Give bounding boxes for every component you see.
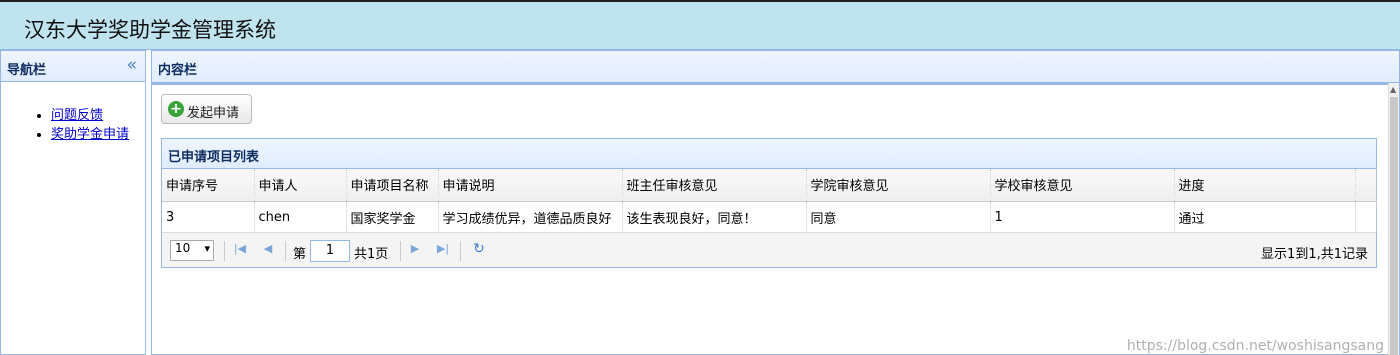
column-header[interactable]: 申请项目名称 <box>346 169 439 202</box>
scroll-up-icon[interactable]: ▲ <box>1390 85 1396 94</box>
pager-divider <box>285 241 286 261</box>
next-page-icon[interactable]: ▶ <box>408 242 422 256</box>
prev-page-icon[interactable]: ◀ <box>261 242 275 256</box>
column-header[interactable]: 申请序号 <box>162 169 255 202</box>
pagination-bar: 10 ▾ |◀ ◀ 第 1 共1页 ▶ ▶| ↻ 显示1到1,共1记录 <box>162 232 1376 267</box>
page-size-value: 10 <box>175 241 191 255</box>
table-cell: 同意 <box>806 201 991 234</box>
content-body: + 发起申请 已申请项目列表 申请序号 申请人 申请项目名称 申请说明 班主任审… <box>152 83 1389 355</box>
app-header: 汉东大学奖助学金管理系统 <box>0 0 1400 50</box>
watermark: https://blog.csdn.net/woshisangsang <box>1126 338 1384 354</box>
pager-divider <box>224 241 225 261</box>
pager-divider <box>400 241 401 261</box>
application-table: 申请序号 申请人 申请项目名称 申请说明 班主任审核意见 学院审核意见 学校审核… <box>162 169 1377 234</box>
first-page-icon[interactable]: |◀ <box>233 242 247 256</box>
pager-divider <box>460 241 461 261</box>
pager-info: 显示1到1,共1记录 <box>1261 247 1368 262</box>
app-title: 汉东大学奖助学金管理系统 <box>24 18 276 42</box>
table-header-row: 申请序号 申请人 申请项目名称 申请说明 班主任审核意见 学院审核意见 学校审核… <box>162 169 1377 202</box>
add-application-button[interactable]: + 发起申请 <box>161 94 252 124</box>
chevron-down-icon: ▾ <box>204 242 210 255</box>
nav-item-feedback: 问题反馈 <box>51 106 145 125</box>
column-header[interactable]: 进度 <box>1174 169 1356 202</box>
add-application-label: 发起申请 <box>187 106 240 121</box>
page-size-select[interactable]: 10 ▾ <box>170 240 214 261</box>
table-cell: 该生表现良好，同意！ <box>622 201 807 234</box>
nav-link-feedback[interactable]: 问题反馈 <box>51 108 103 123</box>
scrollbar-thumb[interactable] <box>1390 97 1398 355</box>
page-label-suffix: 共1页 <box>354 247 389 262</box>
nav-link-scholarship-apply[interactable]: 奖助学金申请 <box>51 127 129 142</box>
refresh-icon[interactable]: ↻ <box>472 242 486 256</box>
column-header[interactable]: 申请说明 <box>438 169 623 202</box>
grid-header: 已申请项目列表 <box>162 139 1376 169</box>
table-cell: 国家奖学金 <box>346 201 439 234</box>
page-number-input[interactable]: 1 <box>310 240 350 262</box>
table-cell: 3 <box>162 201 255 234</box>
grid-title: 已申请项目列表 <box>168 150 260 165</box>
application-grid: 已申请项目列表 申请序号 申请人 申请项目名称 申请说明 班主任审核意见 学院审… <box>161 138 1377 268</box>
content-panel-title: 内容栏 <box>158 63 198 78</box>
table-cell-filler <box>1355 201 1377 234</box>
table-cell: 1 <box>990 201 1175 234</box>
table-row[interactable]: 3 chen 国家奖学金 学习成绩优异，道德品质良好 该生表现良好，同意！ 同意… <box>162 201 1377 234</box>
column-header-filler <box>1355 169 1377 202</box>
column-header[interactable]: 班主任审核意见 <box>622 169 807 202</box>
column-header[interactable]: 学院审核意见 <box>806 169 991 202</box>
column-header[interactable]: 申请人 <box>254 169 347 202</box>
nav-list: 问题反馈 奖助学金申请 <box>51 106 145 144</box>
content-panel: 内容栏 + 发起申请 已申请项目列表 申请序号 申请人 申请项目名称 申请说明 … <box>151 50 1400 355</box>
nav-panel: 导航栏 « 问题反馈 奖助学金申请 <box>0 50 146 355</box>
page-label-prefix: 第 <box>293 247 307 262</box>
vertical-scrollbar[interactable]: ▲ <box>1388 83 1399 355</box>
nav-panel-header: 导航栏 « <box>1 51 145 82</box>
last-page-icon[interactable]: ▶| <box>436 242 450 256</box>
plus-circle-icon: + <box>168 101 184 117</box>
nav-item-scholarship-apply: 奖助学金申请 <box>51 125 131 144</box>
content-panel-header: 内容栏 <box>152 51 1399 83</box>
double-chevron-left-icon[interactable]: « <box>127 55 137 75</box>
table-cell: 学习成绩优异，道德品质良好 <box>438 201 623 234</box>
column-header[interactable]: 学校审核意见 <box>990 169 1175 202</box>
table-cell: chen <box>254 201 347 234</box>
table-cell: 通过 <box>1174 201 1356 234</box>
nav-panel-title: 导航栏 <box>7 63 47 78</box>
